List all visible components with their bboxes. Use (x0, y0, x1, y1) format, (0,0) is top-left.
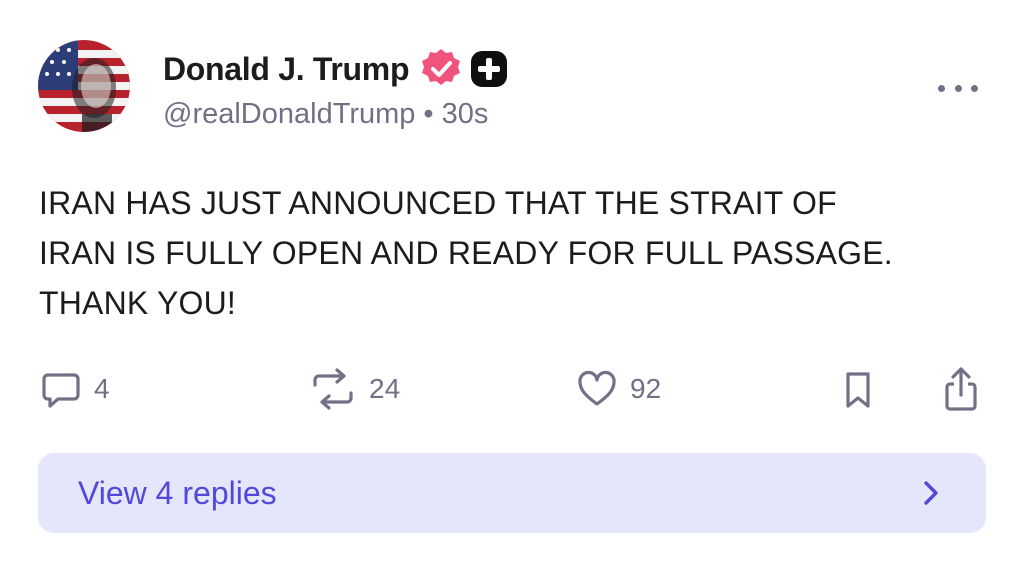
plus-badge-icon (471, 51, 508, 87)
more-options-button[interactable] (938, 76, 978, 100)
more-dot-icon (938, 84, 945, 92)
like-count: 92 (630, 373, 662, 404)
view-replies-label: View 4 replies (78, 474, 277, 511)
heart-icon (578, 370, 616, 406)
view-replies-button[interactable]: View 4 replies (38, 453, 986, 533)
repost-icon (313, 368, 353, 410)
avatar[interactable] (38, 40, 130, 132)
more-dot-icon (954, 84, 962, 92)
post-body: IRAN HAS JUST ANNOUNCED THAT THE STRAIT … (39, 178, 989, 328)
action-bar: 4 24 92 (0, 366, 1024, 412)
post-text-line: IRAN IS FULLY OPEN AND READY FOR FULL PA… (39, 235, 893, 271)
author-name-row: Donald J. Trump (163, 48, 509, 90)
bookmark-button[interactable] (840, 366, 876, 412)
share-button[interactable] (942, 366, 980, 412)
post-text-line: IRAN HAS JUST ANNOUNCED THAT THE STRAIT … (39, 185, 837, 221)
author-display-name[interactable]: Donald J. Trump (163, 51, 410, 88)
repost-button[interactable]: 24 (309, 366, 400, 412)
share-icon (945, 367, 977, 411)
author-handle[interactable]: @realDonaldTrump (163, 98, 415, 131)
more-dot-icon (971, 84, 978, 92)
chevron-right-icon (924, 481, 938, 505)
reply-icon (42, 373, 80, 408)
bookmark-icon (846, 372, 870, 408)
post-text-line: THANK YOU! (39, 285, 236, 321)
repost-count: 24 (369, 373, 401, 404)
post-timestamp: 30s (441, 98, 489, 130)
post-card: Donald J. Trump @realDonaldTrump • 30s I… (0, 0, 1024, 572)
reply-count: 4 (94, 373, 110, 404)
author-meta-row: @realDonaldTrump • 30s (163, 98, 488, 131)
verified-badge-icon (422, 49, 461, 85)
reply-button[interactable]: 4 (40, 366, 110, 412)
meta-separator: • (423, 98, 434, 130)
like-button[interactable]: 92 (576, 366, 661, 412)
flag-portrait-avatar-icon (38, 40, 130, 132)
